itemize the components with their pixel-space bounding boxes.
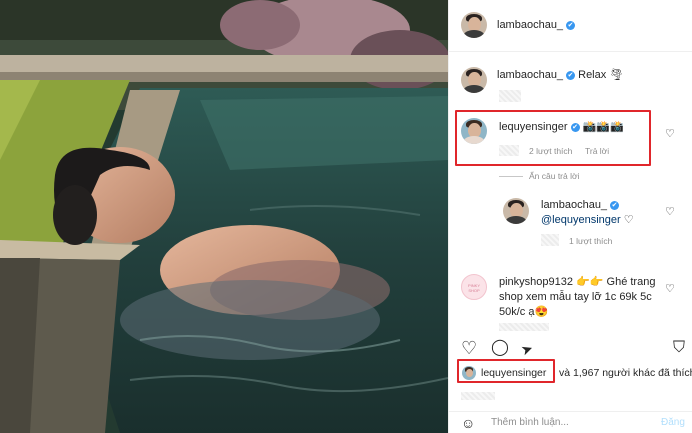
caption-avatar[interactable] [461,67,487,93]
caption-time-blur [499,90,521,102]
liker-avatar[interactable] [462,366,476,380]
shop-author[interactable]: pinkyshop9132 [499,276,573,288]
like-reply-icon[interactable]: ♡ [665,205,675,218]
caption-text: Relax 🌪 [578,69,624,81]
comment-input[interactable]: Thêm bình luận... [491,417,569,428]
reply-time-blur [541,234,559,246]
shop-avatar[interactable]: PINKY SHOP [461,274,487,300]
caption-author[interactable]: lambaochau_ [497,69,563,81]
verified-icon: ✔ [570,122,580,132]
post-header: lambaochau_ ✔ [449,0,692,52]
caption: lambaochau_ ✔ Relax 🌪 [497,68,623,83]
comments-panel: lambaochau_ ✔ lambaochau_ ✔ Relax 🌪 lequye… [448,0,692,433]
post-view: lambaochau_ ✔ lambaochau_ ✔ Relax 🌪 lequye… [0,0,692,433]
hide-replies-line [499,176,523,177]
add-comment-bar: ☺ Thêm bình luận... Đăng [449,411,692,433]
reply-author[interactable]: lambaochau_ [541,199,607,211]
verified-icon: ✔ [566,70,576,80]
shop-logo-text: PINKY SHOP [467,283,480,293]
post-date-blur [461,392,495,400]
comment-author[interactable]: lequyensinger [499,121,568,133]
comment: lequyensinger ✔ 📸📸📸 [499,120,624,135]
author-name[interactable]: lambaochau_ ✔ [497,19,576,31]
likes-count[interactable]: và 1,967 người khác đã thích [559,367,692,379]
reply-heart-text: ♡ [623,214,634,226]
post-comment-button[interactable]: Đăng [661,417,685,428]
post-photo[interactable] [0,0,448,433]
like-comment-icon[interactable]: ♡ [665,127,675,140]
reply-avatar[interactable] [503,198,529,224]
author-avatar[interactable] [461,12,487,38]
emoji-icon[interactable]: ☺ [461,415,475,431]
share-icon[interactable]: ➤ [518,338,536,361]
verified-icon: ✔ [566,20,576,30]
shop-comment: pinkyshop9132 👉👉 Ghé trang shop xem mẫu … [499,275,659,320]
reply-button[interactable]: Trả lời [585,146,609,156]
liker-username[interactable]: lequyensinger [481,367,546,379]
comment-text: 📸📸📸 [582,121,624,133]
comment-time-blur [499,145,519,156]
hide-replies-button[interactable]: Ẩn câu trả lời [529,171,579,181]
shop-meta-blur [499,323,549,331]
commenter-avatar[interactable] [461,118,487,144]
author-username[interactable]: lambaochau_ [497,19,563,31]
like-shop-icon[interactable]: ♡ [665,282,675,295]
pool-photo [0,0,448,433]
reply-likes[interactable]: 1 lượt thích [569,236,612,246]
reply-comment: lambaochau_ ✔ @lequyensinger ♡ [541,198,671,228]
comment-likes[interactable]: 2 lượt thích [529,146,572,156]
comment-icon[interactable]: ◯ [491,338,509,358]
verified-icon: ✔ [610,200,620,210]
save-icon[interactable]: ⛉ [673,338,685,358]
liked-by: lequyensinger và 1,967 người khác đã thí… [459,363,692,383]
reply-mention[interactable]: @lequyensinger [541,214,621,226]
like-icon[interactable]: ♡ [461,338,477,358]
